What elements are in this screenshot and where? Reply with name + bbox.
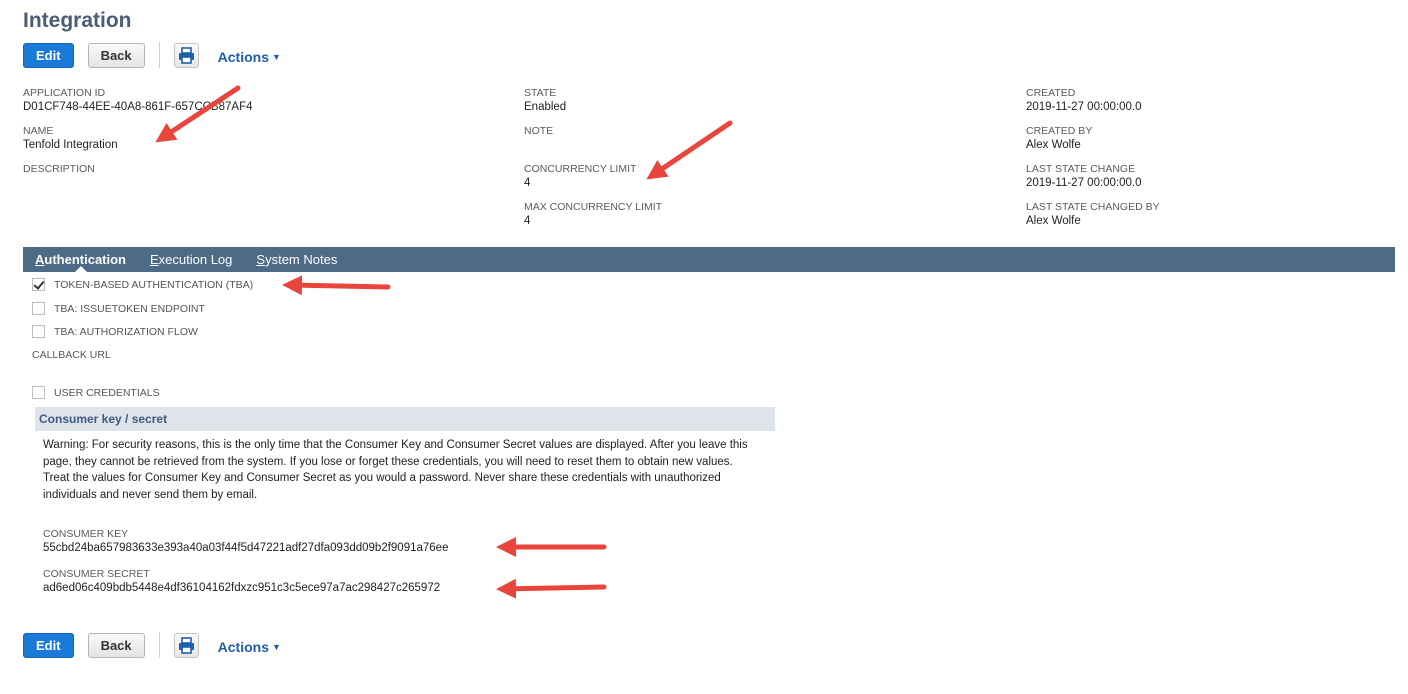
actions-label: Actions xyxy=(217,638,269,655)
user-credentials-label: USER CREDENTIALS xyxy=(54,386,160,399)
last-state-change-value: 2019-11-27 00:00:00.0 xyxy=(1026,177,1142,189)
field-label: STATE xyxy=(524,87,557,99)
annotation-arrow-consumer-secret xyxy=(496,578,607,599)
field-concurrency-limit: CONCURRENCY LIMIT 4 xyxy=(524,162,662,191)
actions-label: Actions xyxy=(217,48,269,65)
caret-down-icon: ▼ xyxy=(271,51,281,62)
field-label: MAX CONCURRENCY LIMIT xyxy=(524,201,663,213)
warning-text: Treat the values for Consumer Key and Co… xyxy=(43,472,721,501)
field-last-state-change: LAST STATE CHANGE 2019-11-27 00:00:00.0 xyxy=(1026,162,1160,191)
state-value: Enabled xyxy=(524,101,567,113)
callback-url-label: CALLBACK URL xyxy=(32,349,111,361)
consumer-key-value: 55cbd24ba657983633e393a40a03f44f5d47221a… xyxy=(43,542,449,554)
tba-issuetoken-label: TBA: ISSUETOKEN ENDPOINT xyxy=(54,302,205,315)
print-button[interactable] xyxy=(173,632,199,658)
tba-authflow-row: TBA: AUTHORIZATION FLOW xyxy=(32,325,198,338)
back-button[interactable]: Back xyxy=(87,632,145,658)
tab-mnemonic: E xyxy=(150,252,159,267)
user-credentials-row: USER CREDENTIALS xyxy=(32,386,160,399)
field-label: APPLICATION ID xyxy=(23,87,106,99)
top-toolbar: Edit Back Actions ▼ xyxy=(23,42,281,68)
back-button[interactable]: Back xyxy=(87,42,145,68)
consumer-section-header: Consumer key / secret xyxy=(35,407,775,431)
user-credentials-checkbox[interactable] xyxy=(32,386,45,399)
consumer-secret-label: CONSUMER SECRET xyxy=(43,568,150,580)
print-button[interactable] xyxy=(173,42,199,68)
fields-column-3: CREATED 2019-11-27 00:00:00.0 CREATED BY… xyxy=(1026,86,1160,238)
name-value: Tenfold Integration xyxy=(23,139,118,151)
actions-menu[interactable]: Actions ▼ xyxy=(218,49,281,65)
warning-text: Warning: For security reasons, this is t… xyxy=(43,439,748,468)
annotation-arrow-tba xyxy=(282,275,391,296)
fields-column-2: STATE Enabled NOTE CONCURRENCY LIMIT 4 M… xyxy=(524,86,662,238)
field-last-state-changed-by: LAST STATE CHANGED BY Alex Wolfe xyxy=(1026,200,1160,229)
toolbar-separator xyxy=(158,632,160,658)
tba-authflow-checkbox[interactable] xyxy=(32,325,45,338)
toolbar-separator xyxy=(158,42,160,68)
tba-issuetoken-checkbox[interactable] xyxy=(32,302,45,315)
field-label: NAME xyxy=(23,125,54,137)
consumer-secret-block: CONSUMER SECRET ad6ed06c409bdb5448e4df36… xyxy=(43,567,440,596)
subtab-bar: Authentication Execution Log System Note… xyxy=(23,247,1395,272)
field-name: NAME Tenfold Integration xyxy=(23,124,252,153)
last-state-changed-by-value: Alex Wolfe xyxy=(1026,215,1081,227)
note-value xyxy=(524,138,662,153)
field-label: DESCRIPTION xyxy=(23,163,95,175)
tab-label: uthentication xyxy=(44,252,126,267)
tab-mnemonic: A xyxy=(35,252,45,267)
actions-menu[interactable]: Actions ▼ xyxy=(218,639,281,655)
field-label: LAST STATE CHANGE xyxy=(1026,163,1136,175)
tab-system-notes[interactable]: System Notes xyxy=(256,247,337,272)
created-by-value: Alex Wolfe xyxy=(1026,139,1081,151)
field-label: CREATED xyxy=(1026,87,1076,99)
concurrency-limit-value: 4 xyxy=(524,177,531,189)
field-label: CONCURRENCY LIMIT xyxy=(524,163,637,175)
field-created-by: CREATED BY Alex Wolfe xyxy=(1026,124,1160,153)
field-label: CREATED BY xyxy=(1026,125,1093,137)
tba-issuetoken-row: TBA: ISSUETOKEN ENDPOINT xyxy=(32,302,205,315)
consumer-secret-value: ad6ed06c409bdb5448e4df36104162fdxzc951c3… xyxy=(43,582,441,594)
tba-checkbox[interactable] xyxy=(32,278,45,291)
field-label: LAST STATE CHANGED BY xyxy=(1026,201,1160,213)
bottom-toolbar: Edit Back Actions ▼ xyxy=(23,632,281,658)
tab-label: ystem Notes xyxy=(265,252,338,267)
tab-execution-log[interactable]: Execution Log xyxy=(150,247,232,272)
created-value: 2019-11-27 00:00:00.0 xyxy=(1026,101,1142,113)
consumer-key-label: CONSUMER KEY xyxy=(43,528,129,540)
edit-button[interactable]: Edit xyxy=(23,42,74,68)
field-state: STATE Enabled xyxy=(524,86,662,115)
tba-label: TOKEN-BASED AUTHENTICATION (TBA) xyxy=(54,278,254,291)
field-description: DESCRIPTION xyxy=(23,162,252,182)
record-fields: APPLICATION ID D01CF748-44EE-40A8-861F-6… xyxy=(0,86,1408,238)
tab-authentication[interactable]: Authentication xyxy=(35,247,126,272)
page-title: Integration xyxy=(23,9,132,32)
edit-button[interactable]: Edit xyxy=(23,632,74,658)
field-note: NOTE xyxy=(524,124,662,153)
field-label: NOTE xyxy=(524,125,554,137)
tba-authflow-label: TBA: AUTHORIZATION FLOW xyxy=(54,325,198,338)
tab-mnemonic: S xyxy=(256,252,266,267)
tab-label: xecution Log xyxy=(158,252,233,267)
printer-icon xyxy=(178,636,194,654)
fields-column-1: APPLICATION ID D01CF748-44EE-40A8-861F-6… xyxy=(23,86,252,191)
tba-row: TOKEN-BASED AUTHENTICATION (TBA) xyxy=(32,278,253,291)
field-created: CREATED 2019-11-27 00:00:00.0 xyxy=(1026,86,1160,115)
consumer-warning: Warning: For security reasons, this is t… xyxy=(43,437,763,503)
consumer-key-block: CONSUMER KEY 55cbd24ba657983633e393a40a0… xyxy=(43,527,448,556)
caret-down-icon: ▼ xyxy=(271,641,281,652)
application-id-value: D01CF748-44EE-40A8-861F-657CCB87AF4 xyxy=(23,101,253,113)
field-max-concurrency-limit: MAX CONCURRENCY LIMIT 4 xyxy=(524,200,662,229)
field-application-id: APPLICATION ID D01CF748-44EE-40A8-861F-6… xyxy=(23,86,252,115)
description-value xyxy=(23,176,252,182)
max-concurrency-limit-value: 4 xyxy=(524,215,531,227)
printer-icon xyxy=(178,46,194,64)
